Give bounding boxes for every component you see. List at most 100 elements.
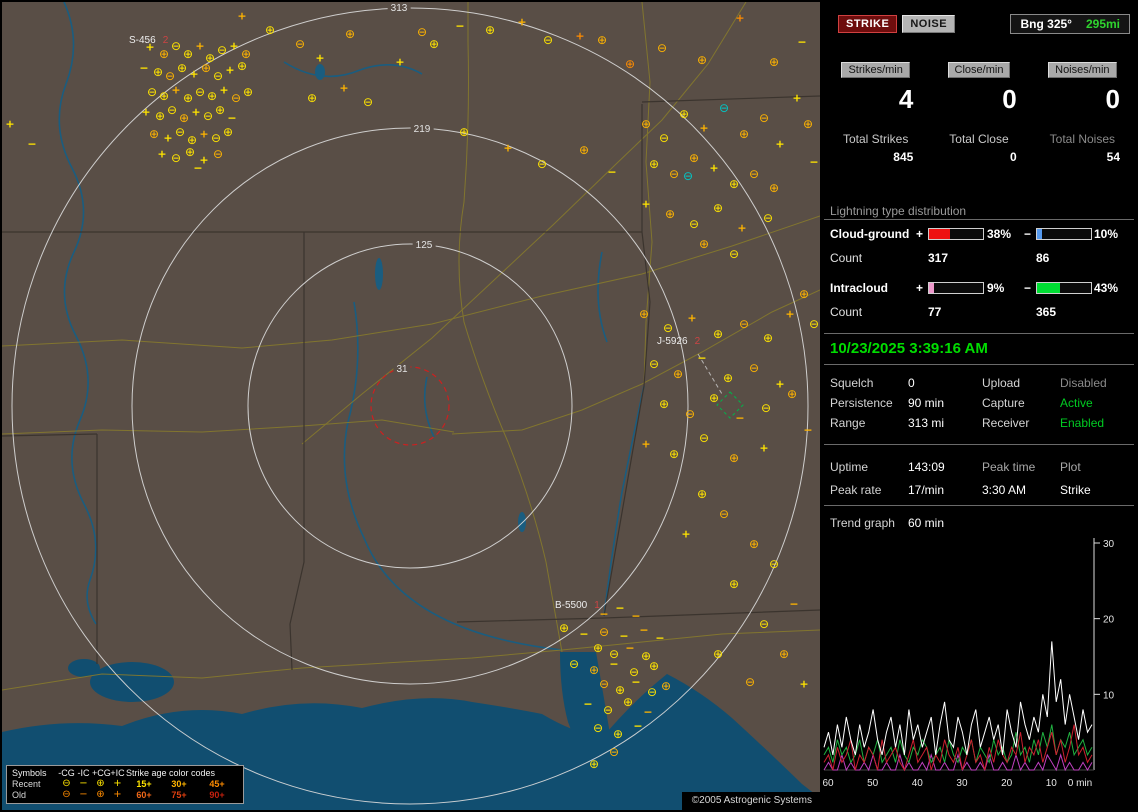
strike-ic-pos-icon: + — [503, 141, 513, 155]
neg-percent: 43% — [1094, 281, 1119, 295]
close-per-min-button[interactable]: Close/min — [947, 62, 1011, 78]
strike-ic-pos-icon: + — [5, 117, 15, 131]
pos-percent: 38% — [987, 227, 1012, 241]
strike-ic-pos-icon: + — [681, 527, 691, 541]
neg-percent: 10% — [1094, 227, 1119, 241]
strike-cg-neg-icon: ⊖ — [164, 69, 176, 83]
strike-cg-neg-icon: ⊖ — [170, 39, 182, 53]
strike-ic-pos-icon: + — [141, 105, 151, 119]
sidebar: STRIKE NOISE Bng 325° 295mi Strikes/min … — [822, 2, 1136, 810]
strike-ic-neg-icon: − — [579, 627, 589, 641]
strike-cg-pos-icon: ⊕ — [678, 107, 690, 121]
capture-status: Active — [1060, 396, 1093, 410]
pos-count: 77 — [928, 305, 942, 319]
trend-graph: 10 20 30 60 50 40 30 20 10 0 min — [822, 538, 1115, 789]
strike-cg-neg-icon: ⊖ — [194, 85, 206, 99]
noise-mode-button[interactable]: NOISE — [902, 15, 956, 33]
trend-x-tick-label: 0 min — [1068, 778, 1092, 789]
map-canvas[interactable]: + ⊕ ⊖ ⊕ + ⊕ ⊖ + ⊕ − ⊕ ⊖ ⊕ + ⊕ ⊖ + ⊕ ⊖ ⊕ + ⊕ ⊖ ⊕ + ⊖ ⊕ + ⊕ ⊖ ⊕ + ⊖ ⊕ − ⊕ + ⊖ ⊕ +… — [2, 2, 820, 810]
noises-per-min-button[interactable]: Noises/min — [1048, 62, 1117, 78]
capture-label: Capture — [982, 396, 1025, 410]
strike-cg-pos-icon: ⊕ — [264, 23, 276, 37]
strike-cg-neg-icon: ⊖ — [170, 151, 182, 165]
strike-ic-pos-icon: + — [157, 147, 167, 161]
trend-graph-label: Trend graph — [830, 516, 895, 530]
settings-row: Squelch 0 Upload Disabled — [822, 376, 1136, 390]
strike-ic-neg-icon: − — [655, 631, 665, 645]
strike-cg-neg-icon: ⊖ — [698, 431, 710, 445]
strike-cg-neg-icon: ⊖ — [230, 91, 242, 105]
neg-count: 365 — [1036, 305, 1057, 319]
strike-cg-neg-icon: ⊖ — [166, 103, 178, 117]
stats-row: Peak rate 17/min 3:30 AM Strike — [822, 483, 1136, 497]
strike-cg-pos-icon: ⊕ — [738, 127, 750, 141]
strike-cg-neg-icon: ⊖ — [202, 109, 214, 123]
distribution-title: Lightning type distribution — [830, 204, 967, 218]
strike-ic-neg-icon: − — [639, 623, 649, 637]
legend-age-title: Strike age color codes — [126, 768, 216, 778]
strike-ic-neg-icon: − — [583, 697, 593, 711]
strike-cg-pos-icon: ⊕ — [624, 57, 636, 71]
strike-ic-neg-icon: − — [803, 423, 813, 437]
strike-cg-pos-icon: ⊕ — [712, 327, 724, 341]
strike-cg-neg-icon: ⊖ — [656, 41, 668, 55]
datetime-display: 10/23/2025 3:39:16 AM — [830, 340, 988, 357]
strike-cg-pos-icon: ⊕ — [596, 33, 608, 47]
strike-ic-neg-icon: − — [27, 137, 37, 151]
strike-ic-neg-icon: − — [615, 601, 625, 615]
strike-cg-pos-icon: ⊕ — [236, 59, 248, 73]
bearing-value: Bng 325° — [1020, 17, 1072, 31]
intracloud-row: Intracloud + 9% − 43% — [822, 281, 1136, 295]
strike-cg-pos-icon: ⊕ — [712, 647, 724, 661]
strike-ic-pos-icon: + — [759, 441, 769, 455]
count-label: Count — [830, 305, 863, 319]
trend-y-tick-label: 30 — [1103, 539, 1115, 550]
strike-ic-pos-icon: + — [792, 91, 802, 105]
strike-cg-neg-icon: ⊖ — [602, 703, 614, 717]
strike-mode-button[interactable]: STRIKE — [838, 15, 898, 33]
legend-cg-pos-icon: ⊕ — [96, 789, 105, 800]
strike-ic-neg-icon: − — [789, 597, 799, 611]
legend-cg-neg-icon: ⊖ — [62, 778, 71, 789]
strike-cg-neg-icon: ⊖ — [718, 101, 730, 115]
strike-ic-neg-icon: − — [631, 609, 641, 623]
strike-ic-pos-icon: + — [575, 29, 585, 43]
count-label: Count — [830, 251, 863, 265]
strike-cg-pos-icon: ⊕ — [802, 117, 814, 131]
strike-cg-pos-icon: ⊕ — [640, 117, 652, 131]
strike-cg-neg-icon: ⊖ — [682, 169, 694, 183]
strike-cg-pos-icon: ⊕ — [158, 47, 170, 61]
neg-bar — [1036, 282, 1092, 294]
strike-cg-pos-icon: ⊕ — [200, 61, 212, 75]
peak-time-value: 3:30 AM — [982, 483, 1027, 497]
strike-cg-neg-icon: ⊖ — [542, 33, 554, 47]
pos-count: 317 — [928, 251, 949, 265]
trend-y-tick-label: 20 — [1103, 615, 1115, 626]
strike-cg-pos-icon: ⊕ — [148, 127, 160, 141]
strike-ic-neg-icon: − — [643, 705, 653, 719]
bearing-range-value: 295mi — [1085, 17, 1120, 31]
strike-cg-pos-icon: ⊕ — [178, 111, 190, 125]
trend-x-tick-label: 10 — [1046, 778, 1058, 789]
strike-cg-pos-icon: ⊕ — [748, 537, 760, 551]
strike-cg-pos-icon: ⊕ — [182, 47, 194, 61]
strike-ic-pos-icon: + — [799, 677, 809, 691]
strike-ic-pos-icon: + — [199, 127, 209, 141]
strike-cg-pos-icon: ⊕ — [778, 647, 790, 661]
intracloud-counts: Count 77 365 — [822, 305, 1136, 319]
plot-value: Strike — [1060, 483, 1091, 497]
strike-cg-neg-icon: ⊖ — [646, 685, 658, 699]
strike-cg-pos-icon: ⊕ — [154, 109, 166, 123]
strike-ic-pos-icon: + — [709, 161, 719, 175]
pos-percent: 9% — [987, 281, 1005, 295]
strike-cg-neg-icon: ⊖ — [212, 69, 224, 83]
strike-ic-pos-icon: + — [775, 137, 785, 151]
strike-ic-pos-icon: + — [735, 11, 745, 25]
strike-cg-neg-icon: ⊖ — [668, 167, 680, 181]
station-label: S-456 2 — [129, 35, 169, 46]
station-label: J-5926 2 — [657, 336, 701, 347]
strikes-per-min-button[interactable]: Strikes/min — [841, 62, 910, 78]
strike-cg-pos-icon: ⊕ — [786, 387, 798, 401]
strike-ic-neg-icon: − — [735, 411, 745, 425]
minus-sign: − — [1024, 281, 1032, 295]
